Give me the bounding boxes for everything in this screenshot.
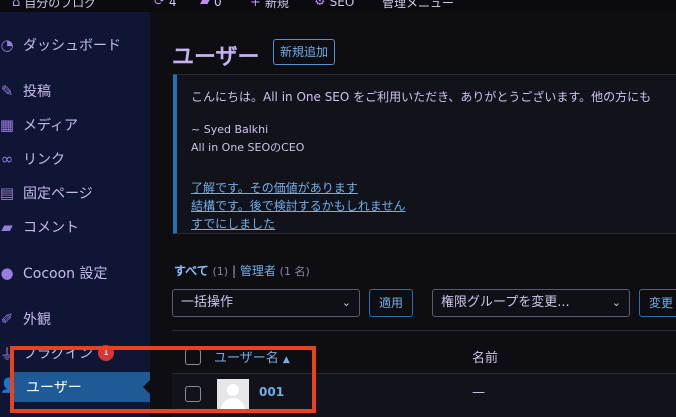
link-icon: ∞ bbox=[0, 150, 14, 168]
sidebar-item-posts[interactable]: ✎ 投稿 bbox=[0, 76, 150, 106]
dashboard-icon: ◔ bbox=[0, 36, 14, 54]
adminbar-updates[interactable]: ⟳ 4 bbox=[154, 0, 177, 9]
chevron-down-icon: ⌄ bbox=[341, 296, 351, 309]
comment-bubble-icon: ▰ bbox=[200, 0, 210, 9]
sidebar-item-label: 固定ページ bbox=[23, 186, 93, 202]
pin-icon: ✎ bbox=[0, 82, 14, 100]
adminbar-site-name: 自分のブログ bbox=[24, 0, 97, 10]
admin-bar: ⌂ 自分のブログ ⟳ 4 ▰ 0 + 新規 ⚙ SEO 管理メニュー bbox=[0, 0, 676, 12]
brush-icon: ✐ bbox=[0, 310, 14, 328]
sidebar-item-pages[interactable]: ▤ 固定ページ bbox=[0, 178, 150, 208]
comment-icon: ▰ bbox=[1, 218, 13, 236]
home-icon: ⌂ bbox=[12, 0, 21, 10]
add-new-user-button[interactable]: 新規追加 bbox=[273, 39, 336, 65]
aioseo-review-notice: こんにちは。All in One SEO をご利用いただき、ありがとうございます… bbox=[173, 74, 676, 234]
bulk-action-value: 一括操作 bbox=[181, 295, 234, 310]
notice-link-maybe-later[interactable]: 結構です。後で検討するかもしれません bbox=[191, 197, 405, 214]
user-display-name: — bbox=[472, 385, 485, 400]
column-name-label: 名前 bbox=[472, 351, 499, 366]
chevron-down-icon: ⌄ bbox=[611, 296, 621, 309]
adminbar-new[interactable]: + 新規 bbox=[250, 0, 289, 11]
role-change-select[interactable]: 権限グループを変更... ⌄ bbox=[432, 289, 630, 317]
apply-button[interactable]: 適用 bbox=[369, 289, 414, 317]
role-change-value: 権限グループを変更... bbox=[441, 295, 570, 310]
sidebar-item-cocoon-settings[interactable]: ● Cocoon 設定 bbox=[0, 258, 150, 288]
sidebar-item-label: リンク bbox=[23, 152, 65, 168]
adminbar-site[interactable]: ⌂ 自分のブログ bbox=[12, 0, 96, 11]
bulk-action-select[interactable]: 一括操作 ⌄ bbox=[172, 289, 360, 317]
filter-separator: | bbox=[231, 264, 236, 278]
adminbar-admin-menu[interactable]: 管理メニュー bbox=[382, 0, 454, 11]
sidebar-item-label: メディア bbox=[23, 118, 79, 134]
notice-link-worth-it[interactable]: 了解です。その価値があります bbox=[191, 179, 358, 196]
page-title: ユーザー bbox=[172, 45, 260, 70]
sidebar-item-label: 投稿 bbox=[23, 84, 51, 100]
sidebar-item-label: ダッシュボード bbox=[23, 38, 121, 54]
adminbar-comments-count: 0 bbox=[214, 0, 222, 9]
media-icon: ▦ bbox=[0, 116, 15, 134]
adminbar-new-label: 新規 bbox=[264, 0, 289, 10]
filter-administrator[interactable]: 管理者 bbox=[240, 264, 276, 278]
notice-message: こんにちは。All in One SEO をご利用いただき、ありがとうございます… bbox=[191, 90, 652, 104]
sidebar-item-links[interactable]: ∞ リンク bbox=[0, 144, 150, 174]
cocoon-icon: ● bbox=[0, 264, 14, 282]
notice-signature-name: ~ Syed Balkhi bbox=[191, 123, 269, 136]
page-icon: ▤ bbox=[0, 184, 15, 202]
sidebar-item-comments[interactable]: ▰ コメント bbox=[0, 212, 150, 242]
notice-link-already-did[interactable]: すでにしました bbox=[191, 215, 275, 232]
sidebar-item-media[interactable]: ▦ メディア bbox=[0, 110, 150, 140]
notice-signature-role: All in One SEOのCEO bbox=[191, 141, 305, 154]
change-role-button[interactable]: 変更 bbox=[639, 289, 676, 317]
user-role-filters: すべて (1) | 管理者 (1 名) bbox=[174, 262, 310, 279]
adminbar-comments[interactable]: ▰ 0 bbox=[200, 0, 222, 9]
highlight-annotation-box bbox=[10, 346, 316, 413]
adminbar-updates-count: 4 bbox=[168, 0, 177, 9]
adminbar-seo[interactable]: ⚙ SEO bbox=[314, 0, 354, 9]
filter-all-count: (1) bbox=[212, 265, 229, 278]
sidebar-item-label: コメント bbox=[23, 220, 79, 236]
sidebar-item-label: Cocoon 設定 bbox=[23, 266, 108, 282]
sidebar-item-appearance[interactable]: ✐ 外観 bbox=[0, 304, 150, 334]
filter-all[interactable]: すべて bbox=[174, 264, 209, 278]
adminbar-admin-menu-label: 管理メニュー bbox=[382, 0, 455, 10]
sidebar-item-label: 外観 bbox=[23, 312, 51, 328]
updates-icon: ⟳ bbox=[154, 0, 165, 9]
filter-administrator-count: (1 名) bbox=[279, 265, 310, 278]
plus-icon: + bbox=[250, 0, 261, 10]
adminbar-seo-label: SEO bbox=[329, 0, 355, 9]
sidebar-item-dashboard[interactable]: ◔ ダッシュボード bbox=[0, 30, 150, 60]
seo-gear-icon: ⚙ bbox=[314, 0, 326, 9]
